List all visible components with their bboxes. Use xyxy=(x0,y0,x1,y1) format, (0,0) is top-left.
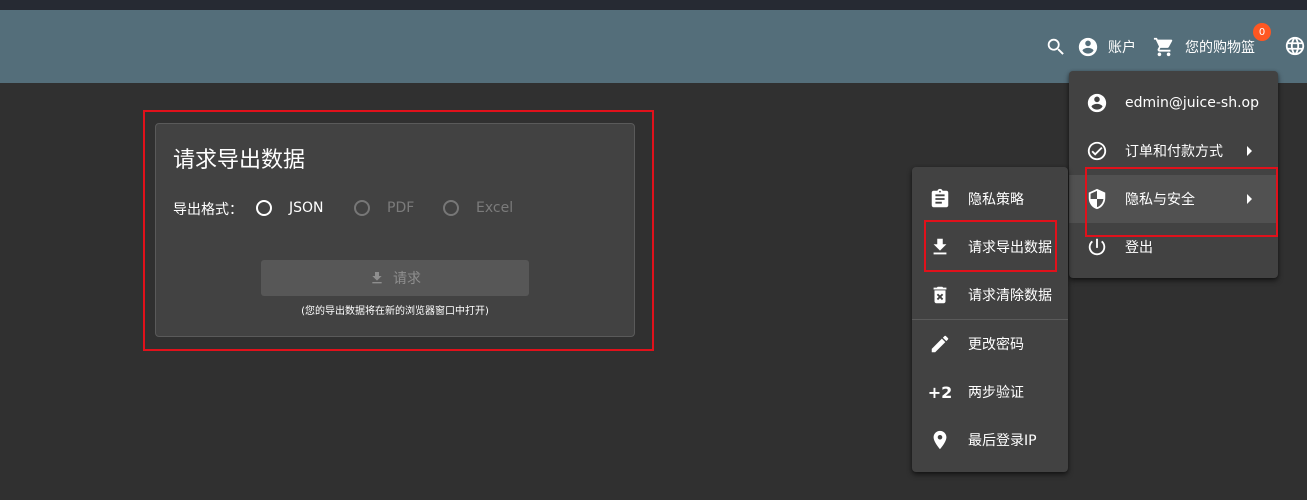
language-button[interactable] xyxy=(1284,35,1306,57)
submenu-arrow-icon xyxy=(1247,146,1252,156)
highlight-box-privacy xyxy=(1085,167,1278,237)
menu-item-label: 隐私策略 xyxy=(968,192,1024,208)
location-icon xyxy=(928,428,952,452)
pencil-icon xyxy=(928,332,952,356)
globe-icon xyxy=(1284,35,1306,57)
delete-icon xyxy=(928,283,952,307)
menu-item-label: 更改密码 xyxy=(968,337,1024,353)
menu-item-change-password[interactable]: 更改密码 xyxy=(912,320,1068,368)
menu-item-label: 订单和付款方式 xyxy=(1125,144,1223,160)
menu-item-last-login-ip[interactable]: 最后登录IP xyxy=(912,416,1068,464)
power-icon xyxy=(1085,235,1109,259)
check-circle-icon xyxy=(1085,139,1109,163)
clipboard-icon xyxy=(928,187,952,211)
basket-label: 您的购物篮 xyxy=(1185,40,1255,56)
cart-icon xyxy=(1153,36,1175,58)
account-circle-icon xyxy=(1077,36,1099,58)
account-label: 账户 xyxy=(1108,40,1136,56)
basket-button[interactable]: 您的购物篮 xyxy=(1153,36,1255,58)
two-factor-icon: +2 xyxy=(927,382,953,402)
privacy-submenu: 隐私策略 请求导出数据 请求清除数据 更改密码 +2 两步验证 最后登录IP xyxy=(912,167,1068,472)
menu-item-two-factor[interactable]: +2 两步验证 xyxy=(912,368,1068,416)
search-icon xyxy=(1045,36,1067,58)
account-circle-icon xyxy=(1085,91,1109,115)
highlight-box-card xyxy=(143,110,654,351)
menu-item-user-email[interactable]: edmin@juice-sh.op xyxy=(1069,79,1278,127)
basket-count-badge: 0 xyxy=(1253,23,1271,41)
browser-top-strip xyxy=(0,0,1307,10)
menu-item-request-erasure[interactable]: 请求清除数据 xyxy=(912,271,1068,319)
menu-item-label: 最后登录IP xyxy=(968,433,1037,449)
account-button[interactable]: 账户 xyxy=(1077,36,1136,58)
highlight-box-export xyxy=(924,220,1057,272)
menu-item-label: 请求清除数据 xyxy=(968,288,1052,304)
menu-item-label: 登出 xyxy=(1125,240,1153,256)
menu-item-privacy-policy[interactable]: 隐私策略 xyxy=(912,175,1068,223)
menu-item-label: 两步验证 xyxy=(968,385,1024,401)
menu-item-label: edmin@juice-sh.op xyxy=(1125,95,1259,111)
search-button[interactable] xyxy=(1045,36,1067,58)
